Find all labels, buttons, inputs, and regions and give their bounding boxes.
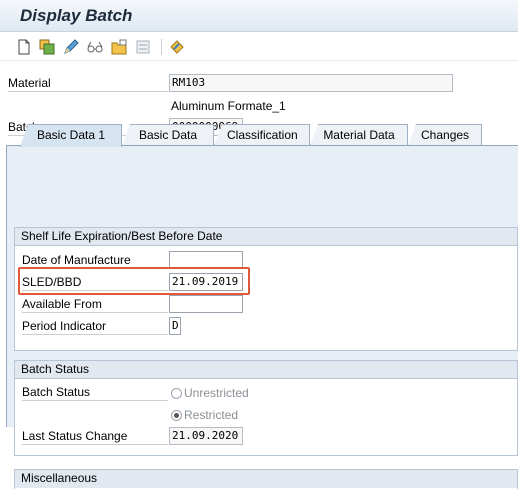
radio-circle-icon bbox=[171, 387, 182, 399]
last-status-change-label: Last Status Change bbox=[22, 429, 168, 445]
miscellaneous-group: Miscellaneous bbox=[14, 469, 518, 489]
last-status-change-field[interactable]: 21.09.2020 bbox=[169, 427, 243, 445]
unrestricted-radio[interactable]: Unrestricted bbox=[171, 386, 249, 400]
tab-changes[interactable]: Changes bbox=[408, 124, 482, 146]
material-label: Material bbox=[8, 76, 168, 92]
copy-icon[interactable] bbox=[38, 38, 56, 56]
display-glasses-icon[interactable] bbox=[86, 38, 104, 56]
new-document-icon[interactable] bbox=[15, 38, 33, 56]
sled-bbd-field[interactable]: 21.09.2019 bbox=[169, 273, 243, 291]
tab-classification[interactable]: Classification bbox=[214, 124, 310, 146]
date-of-manufacture-label: Date of Manufacture bbox=[22, 253, 168, 269]
folder-icon[interactable] bbox=[110, 38, 128, 56]
restricted-radio[interactable]: Restricted bbox=[171, 408, 238, 422]
restricted-label: Restricted bbox=[184, 408, 239, 422]
material-field[interactable]: RM103 bbox=[169, 74, 453, 92]
period-indicator-field[interactable]: D bbox=[169, 317, 181, 335]
title-bar: Display Batch bbox=[0, 0, 518, 32]
tab-material-data[interactable]: Material Data bbox=[310, 124, 408, 146]
material-description: Aluminum Formate_1 bbox=[171, 99, 286, 113]
batch-status-label: Batch Status bbox=[22, 385, 168, 401]
print-layout-icon[interactable] bbox=[134, 38, 152, 56]
shelf-life-group-title: Shelf Life Expiration/Best Before Date bbox=[15, 228, 517, 246]
tab-basic-data-1[interactable]: Basic Data 1 bbox=[20, 124, 122, 147]
radio-selected-icon bbox=[171, 409, 182, 421]
sled-bbd-label: SLED/BBD bbox=[22, 275, 168, 291]
batch-status-group-title: Batch Status bbox=[15, 361, 517, 379]
edit-pencil-icon[interactable] bbox=[62, 38, 80, 56]
period-indicator-label: Period Indicator bbox=[22, 319, 168, 335]
other-object-icon[interactable] bbox=[168, 38, 186, 56]
miscellaneous-group-title: Miscellaneous bbox=[15, 470, 517, 488]
toolbar-separator bbox=[161, 39, 162, 55]
available-from-label: Available From bbox=[22, 297, 168, 313]
available-from-field[interactable] bbox=[169, 295, 243, 313]
tab-strip: Basic Data 1 Basic Data 2 Classification… bbox=[6, 124, 518, 147]
window-title: Display Batch bbox=[20, 6, 133, 25]
unrestricted-label: Unrestricted bbox=[184, 386, 249, 400]
application-toolbar bbox=[0, 33, 518, 61]
date-of-manufacture-field[interactable] bbox=[169, 251, 243, 269]
tab-basic-data-2[interactable]: Basic Data 2 bbox=[122, 124, 214, 146]
